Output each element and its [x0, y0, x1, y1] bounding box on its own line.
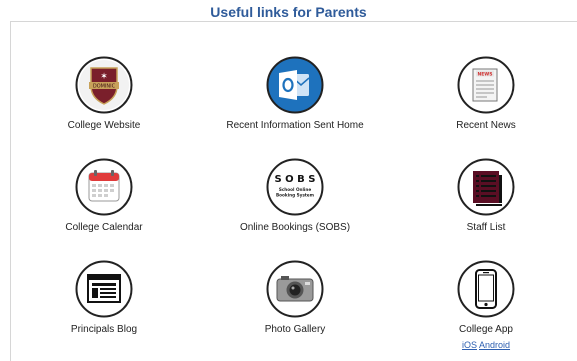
app-store-links: iOS Android: [396, 340, 576, 350]
svg-text:Booking System: Booking System: [276, 193, 315, 198]
outlook-icon: [266, 56, 324, 114]
svg-text:✶: ✶: [100, 72, 108, 82]
svg-text:DOMINIC: DOMINIC: [93, 84, 116, 90]
newspaper-icon: NEWS: [457, 56, 515, 114]
tile-label: Staff List: [466, 222, 506, 233]
tile-recent-information[interactable]: Recent Information Sent Home: [205, 56, 385, 131]
tile-recent-news[interactable]: NEWS Recent News: [396, 56, 576, 131]
tile-staff-list[interactable]: Staff List: [396, 158, 576, 233]
android-link[interactable]: Android: [479, 340, 510, 350]
tile-principals-blog[interactable]: Principals Blog: [14, 260, 194, 335]
tile-college-website[interactable]: ✶ DOMINIC College Website: [14, 56, 194, 131]
svg-text:NEWS: NEWS: [477, 72, 492, 78]
tile-label: College Website: [67, 120, 141, 131]
svg-text:School Online: School Online: [279, 187, 312, 192]
calendar-icon: [75, 158, 133, 216]
tile-label: Photo Gallery: [264, 324, 326, 335]
tile-label: Recent News: [456, 120, 516, 131]
tile-label: Recent Information Sent Home: [226, 120, 364, 131]
ios-link[interactable]: iOS: [462, 340, 477, 350]
tile-label: Principals Blog: [70, 324, 138, 335]
tile-label: Online Bookings (SOBS): [239, 222, 351, 233]
tile-label: College App: [459, 324, 513, 335]
tile-label: College Calendar: [65, 222, 143, 233]
page-title: Useful links for Parents: [210, 4, 367, 20]
svg-text:S O B S: S O B S: [275, 174, 316, 185]
tile-online-bookings[interactable]: S O B S School Online Booking System Onl…: [205, 158, 385, 233]
staff-list-icon: [457, 158, 515, 216]
browser-window-icon: [75, 260, 133, 318]
tile-college-calendar[interactable]: College Calendar: [14, 158, 194, 233]
tile-college-app[interactable]: College App iOS Android: [396, 260, 576, 350]
tile-photo-gallery[interactable]: Photo Gallery: [205, 260, 385, 335]
camera-icon: [266, 260, 324, 318]
college-crest-icon: ✶ DOMINIC: [75, 56, 133, 114]
sobs-icon: S O B S School Online Booking System: [266, 158, 324, 216]
smartphone-icon: [457, 260, 515, 318]
